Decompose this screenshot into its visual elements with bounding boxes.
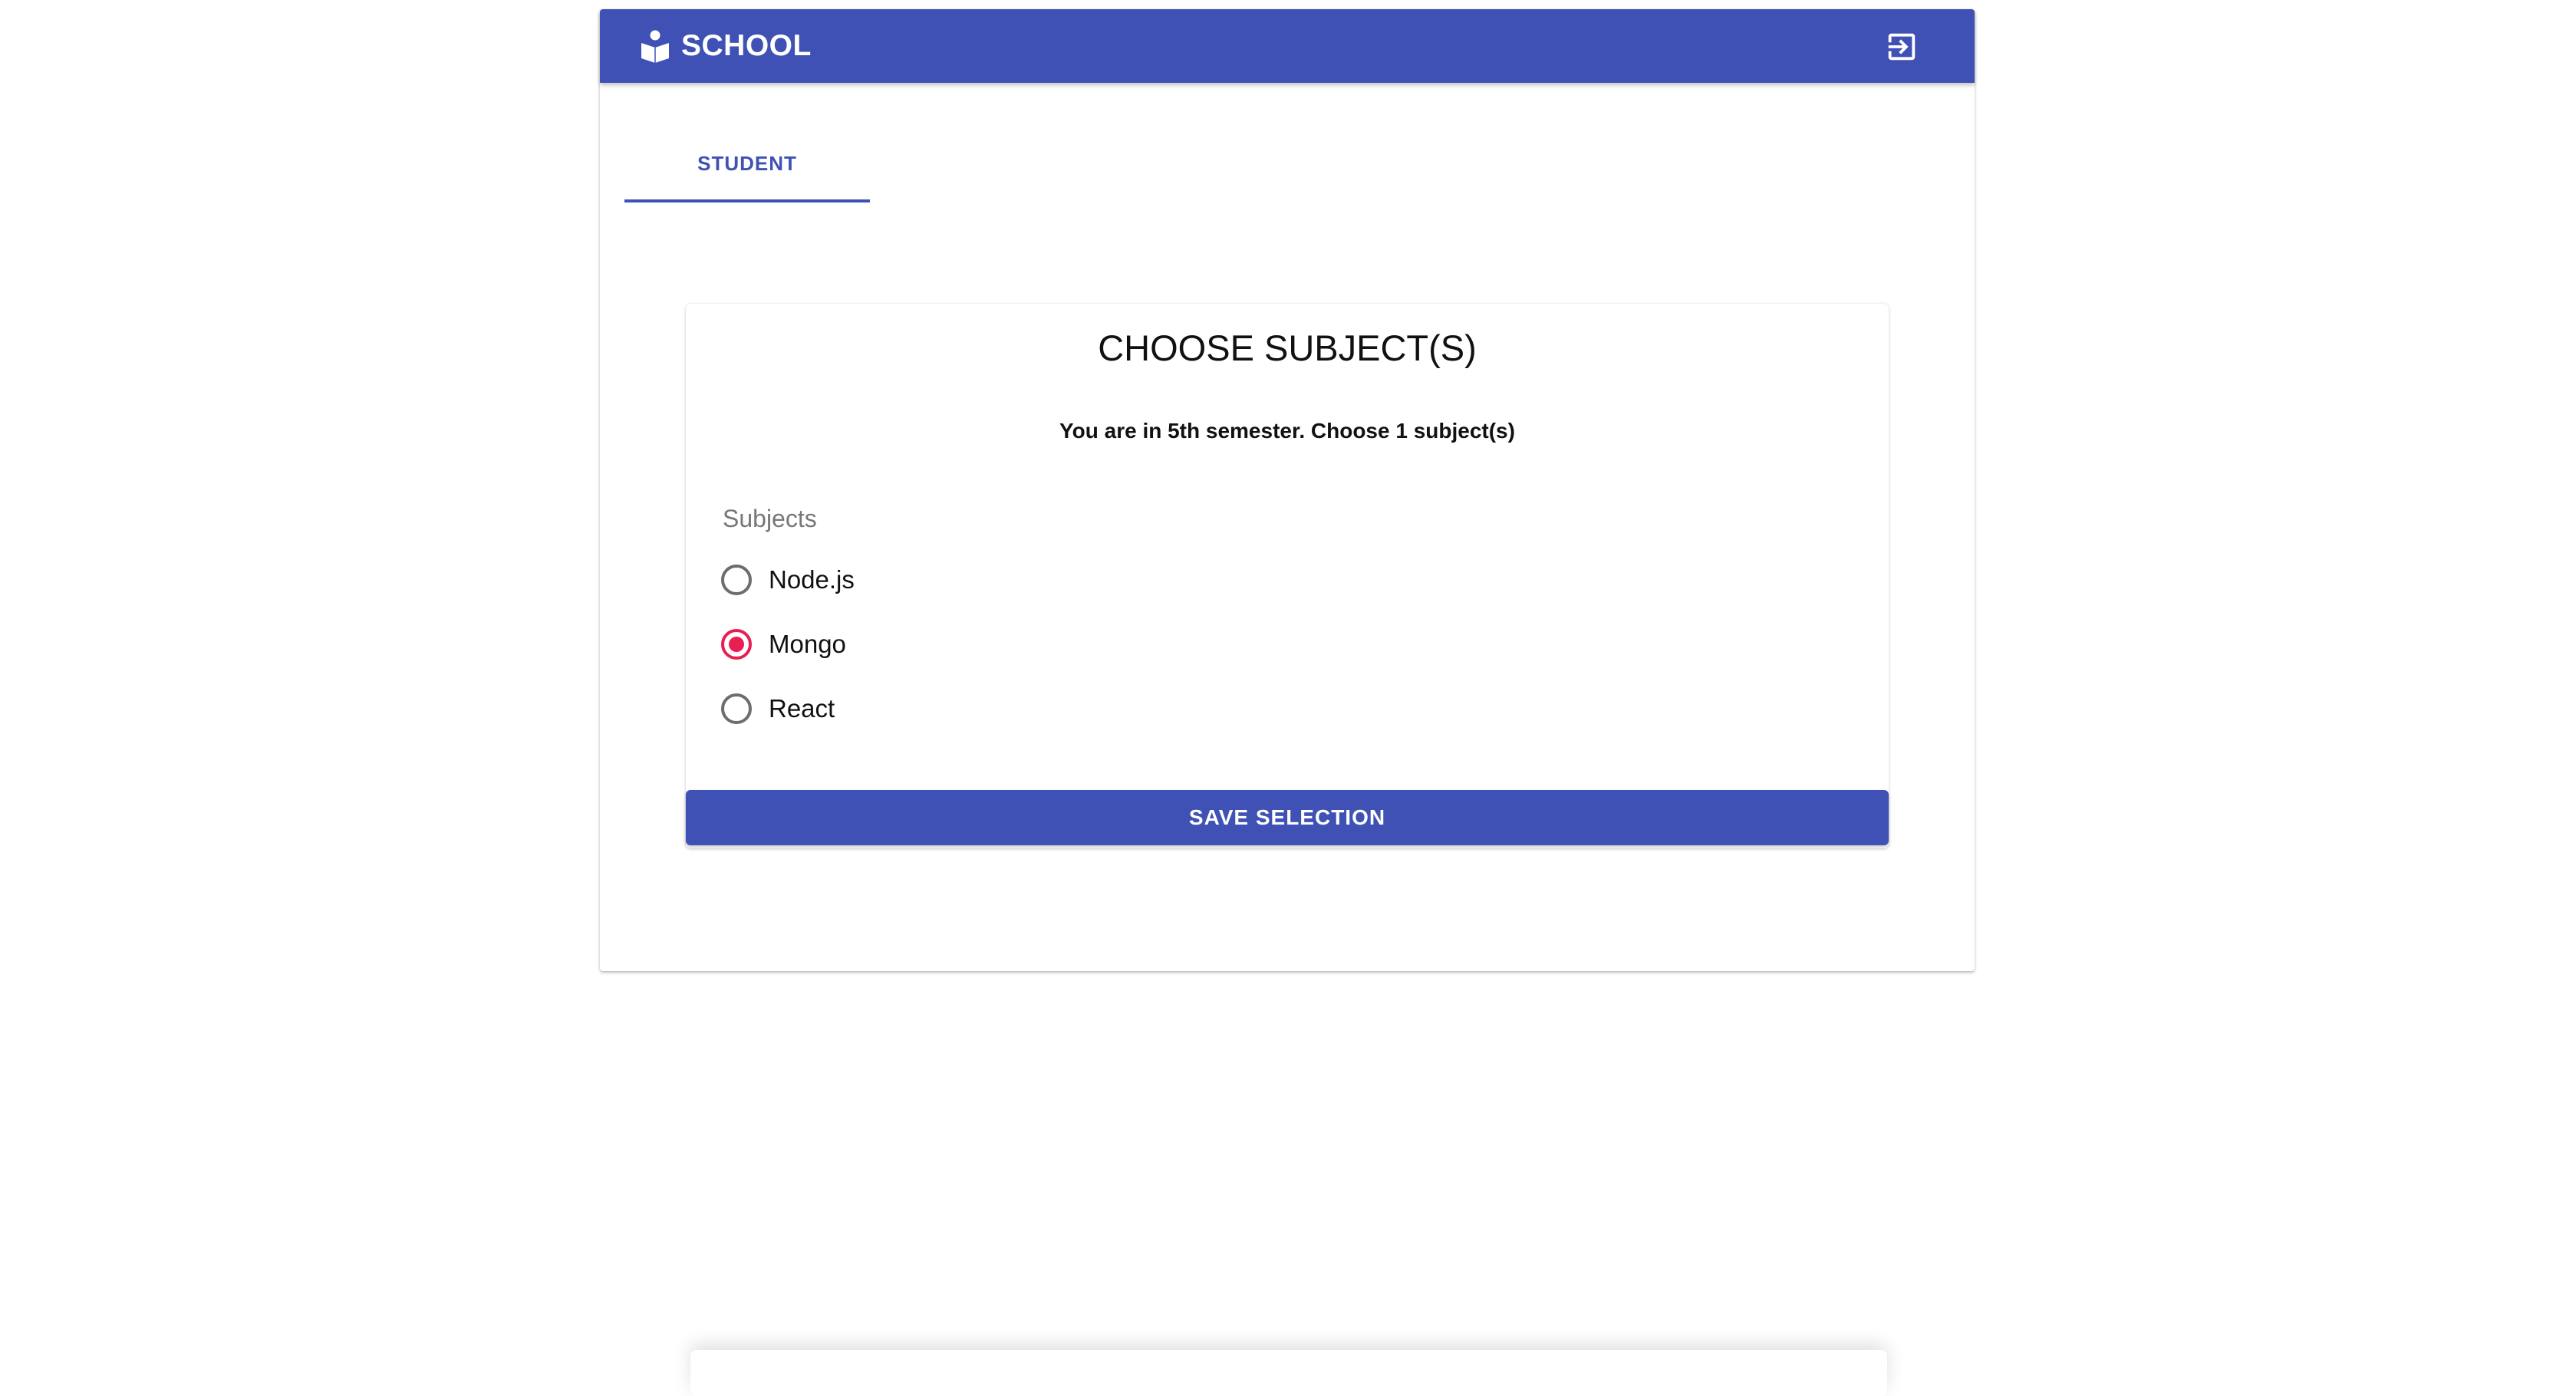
radio-button[interactable] xyxy=(721,693,752,724)
subject-option-react[interactable]: React xyxy=(720,677,855,741)
subject-label: React xyxy=(769,694,835,723)
tab-label: STUDENT xyxy=(697,152,797,175)
app-container: SCHOOL STUDENT CHOOSE SUBJECT(S) You are… xyxy=(600,9,1975,971)
card-title: CHOOSE SUBJECT(S) xyxy=(1098,328,1477,368)
subjects-label: Subjects xyxy=(723,505,817,532)
app-bar: SCHOOL xyxy=(600,9,1975,83)
radio-button-checked[interactable] xyxy=(721,629,752,660)
reading-person-icon xyxy=(640,29,670,63)
radio-button[interactable] xyxy=(721,565,752,595)
brand: SCHOOL xyxy=(640,9,812,83)
bottom-panel-edge xyxy=(690,1350,1887,1396)
exit-to-app-icon[interactable] xyxy=(1884,29,1919,64)
tab-indicator xyxy=(624,199,870,202)
tab-bar: STUDENT xyxy=(624,120,870,202)
tab-student[interactable]: STUDENT xyxy=(624,120,870,202)
subject-selection-card: CHOOSE SUBJECT(S) You are in 5th semeste… xyxy=(686,304,1889,848)
subject-option-mongo[interactable]: Mongo xyxy=(720,612,855,677)
app-title: SCHOOL xyxy=(681,29,812,62)
semester-info: You are in 5th semester. Choose 1 subjec… xyxy=(1059,419,1515,443)
subject-option-nodejs[interactable]: Node.js xyxy=(720,548,855,612)
subject-label: Mongo xyxy=(769,630,846,658)
save-selection-button[interactable]: SAVE SELECTION xyxy=(686,790,1889,845)
subject-label: Node.js xyxy=(769,565,855,594)
subjects-radio-group: Node.js Mongo React xyxy=(720,548,855,741)
